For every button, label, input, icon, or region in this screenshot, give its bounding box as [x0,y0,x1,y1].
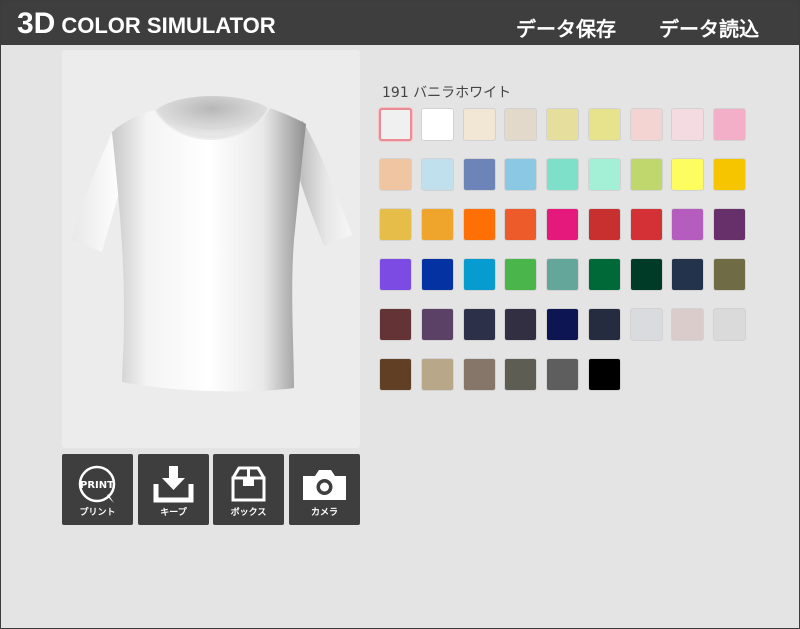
shirt-body [112,108,306,392]
tshirt-model [72,96,352,392]
color-swatch[interactable] [379,208,412,241]
color-swatch[interactable] [421,358,454,391]
camera-label: カメラ [310,508,338,518]
logo-3d: 3D [17,7,56,40]
color-swatch[interactable] [588,208,621,241]
color-swatch[interactable] [463,108,496,141]
color-swatch[interactable] [630,158,663,191]
right-sleeve [300,120,352,246]
color-swatch[interactable] [671,158,704,191]
color-swatch[interactable] [671,208,704,241]
color-swatch[interactable] [546,158,579,191]
color-swatch[interactable] [463,158,496,191]
color-swatch[interactable] [588,158,621,191]
keep-label: キープ [160,508,187,518]
color-swatch[interactable] [504,158,537,191]
color-swatch[interactable] [421,158,454,191]
header-bar: 3D COLOR SIMULATOR データ保存 データ読込 [1,1,799,45]
download-icon [153,466,194,503]
color-swatch[interactable] [504,258,537,291]
color-swatch[interactable] [421,258,454,291]
color-swatch[interactable] [713,108,746,141]
color-swatch[interactable] [546,308,579,341]
color-swatch[interactable] [504,208,537,241]
color-swatch[interactable] [671,258,704,291]
color-swatch[interactable] [379,158,412,191]
color-swatch[interactable] [421,108,454,141]
save-data-button[interactable]: データ保存 [516,13,616,42]
color-swatch[interactable] [671,308,704,341]
color-swatch[interactable] [504,308,537,341]
color-swatch[interactable] [588,258,621,291]
load-data-button[interactable]: データ読込 [659,13,759,42]
tshirt-preview[interactable] [62,50,360,448]
color-swatch[interactable] [546,358,579,391]
color-swatch[interactable] [588,308,621,341]
color-swatch[interactable] [630,308,663,341]
print-badge-icon: PRINT [78,465,116,503]
box-icon [231,466,266,502]
color-swatch[interactable] [588,358,621,391]
color-swatch[interactable] [630,258,663,291]
box-label: ボックス [230,508,267,518]
keep-button[interactable]: キープ [138,454,209,525]
color-swatch[interactable] [504,108,537,141]
color-swatch[interactable] [546,108,579,141]
color-swatch[interactable] [379,258,412,291]
selected-color-name: 191 バニラホワイト [382,85,512,101]
color-swatch[interactable] [463,358,496,391]
color-swatch[interactable] [379,308,412,341]
color-swatch[interactable] [463,208,496,241]
color-swatch[interactable] [713,258,746,291]
print-label: プリント [79,508,116,518]
color-swatch[interactable] [463,258,496,291]
print-icon-text: PRINT [80,480,114,491]
color-swatch[interactable] [713,208,746,241]
color-swatch[interactable] [630,108,663,141]
color-swatch[interactable] [546,208,579,241]
color-swatch[interactable] [546,258,579,291]
color-swatch[interactable] [588,108,621,141]
camera-button[interactable]: カメラ [289,454,360,525]
color-swatch[interactable] [713,308,746,341]
app-logo: 3D COLOR SIMULATOR [17,7,276,41]
color-swatch[interactable] [421,208,454,241]
color-swatch[interactable] [379,108,412,141]
logo-text: COLOR SIMULATOR [61,13,276,38]
color-swatch[interactable] [713,158,746,191]
color-swatch[interactable] [463,308,496,341]
color-swatch[interactable] [630,208,663,241]
simulator-frame: 3D COLOR SIMULATOR データ保存 データ読込 PRINT プリン… [0,0,800,629]
box-button[interactable]: ボックス [213,454,284,525]
color-swatch[interactable] [504,358,537,391]
print-button[interactable]: PRINT プリント [62,454,133,525]
color-swatch[interactable] [379,358,412,391]
camera-icon [303,470,346,500]
color-swatch[interactable] [421,308,454,341]
color-swatch[interactable] [671,108,704,141]
